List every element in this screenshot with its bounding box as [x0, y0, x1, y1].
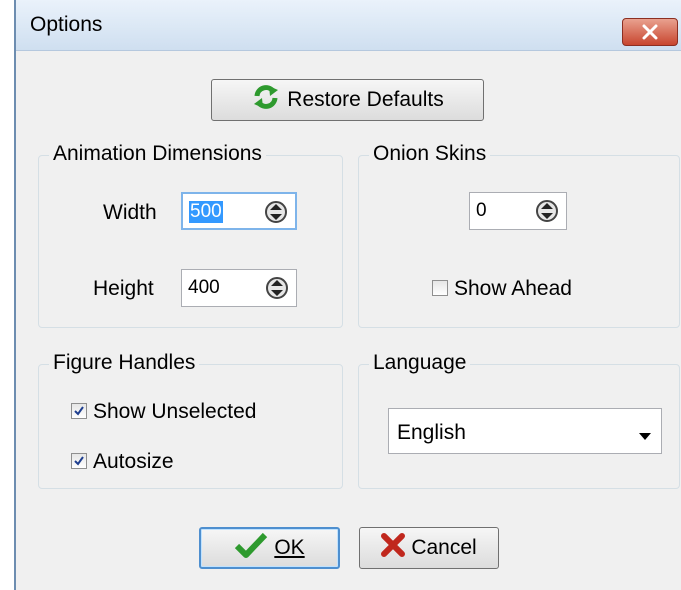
height-input[interactable]: 400 — [188, 277, 220, 299]
chevron-down-icon[interactable] — [639, 428, 651, 446]
spin-arrows-icon[interactable] — [266, 276, 288, 305]
cancel-label: Cancel — [411, 536, 477, 559]
title-bar: Options — [16, 0, 681, 51]
onion-skins-spinner[interactable]: 0 — [469, 192, 567, 230]
close-button[interactable] — [622, 18, 678, 46]
autosize-checkbox[interactable] — [71, 453, 87, 469]
figure-handles-title: Figure Handles — [49, 351, 200, 375]
refresh-icon — [251, 84, 281, 116]
x-icon — [381, 533, 406, 563]
close-x-icon — [642, 24, 658, 40]
checkmark-icon — [234, 532, 268, 564]
animation-dimensions-group: Animation Dimensions Width 500 Height 40… — [38, 142, 343, 328]
checkmark-icon — [74, 456, 84, 466]
spin-arrows-icon[interactable] — [265, 200, 287, 229]
width-input[interactable]: 500 — [189, 201, 223, 223]
ok-label: OK — [274, 536, 305, 559]
onion-skins-input[interactable]: 0 — [476, 200, 487, 222]
checkmark-icon — [74, 406, 84, 416]
animation-dimensions-title: Animation Dimensions — [49, 142, 266, 166]
language-selected-value: English — [397, 421, 466, 444]
height-spinner[interactable]: 400 — [181, 269, 297, 307]
onion-skins-title: Onion Skins — [369, 142, 491, 166]
height-label: Height — [93, 277, 154, 300]
show-ahead-label: Show Ahead — [454, 277, 572, 300]
show-unselected-checkbox[interactable] — [71, 403, 87, 419]
window-title: Options — [30, 13, 103, 36]
language-dropdown[interactable]: English — [388, 408, 662, 454]
spin-arrows-icon[interactable] — [536, 199, 558, 228]
show-unselected-label: Show Unselected — [93, 400, 257, 423]
autosize-label: Autosize — [93, 450, 174, 473]
restore-defaults-label: Restore Defaults — [287, 88, 444, 111]
show-ahead-checkbox[interactable] — [432, 280, 448, 296]
cancel-button[interactable]: Cancel — [359, 527, 499, 569]
onion-skins-group: Onion Skins 0 Show Ahead — [358, 142, 680, 328]
figure-handles-group: Figure Handles Show Unselected Autosize — [38, 351, 343, 489]
width-spinner[interactable]: 500 — [181, 192, 297, 230]
width-label: Width — [103, 201, 157, 224]
language-title: Language — [369, 351, 471, 375]
restore-defaults-button[interactable]: Restore Defaults — [211, 79, 484, 121]
options-dialog: Options Restore Defaults Animation Dimen… — [14, 0, 681, 590]
ok-button[interactable]: OK — [199, 527, 340, 569]
